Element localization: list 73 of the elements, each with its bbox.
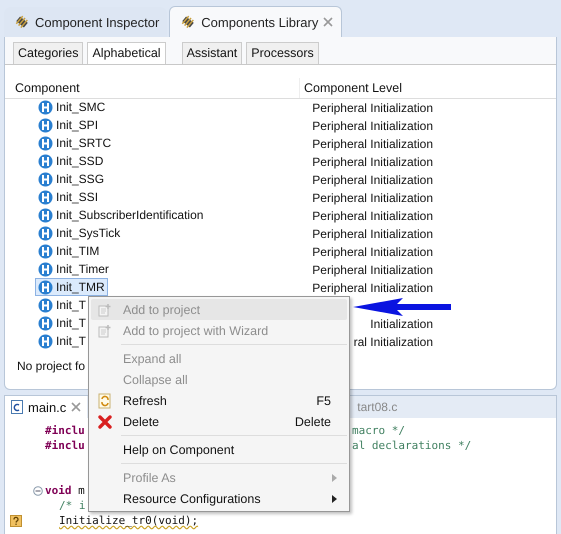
table-cell-text: Peripheral Initialization [311, 281, 433, 295]
submenu-arrow-icon [332, 474, 337, 482]
tab[interactable]: Alphabetical [87, 42, 166, 64]
c-file-icon [11, 400, 23, 414]
tree-item[interactable]: Init_SSI [35, 188, 102, 206]
tree-item[interactable]: Init_T [35, 296, 90, 314]
tree-item[interactable]: Init_TMR [35, 278, 108, 296]
menu-item[interactable]: Delete Delete [91, 411, 347, 432]
tree-item[interactable]: Init_SysTick [35, 224, 124, 242]
menu-item[interactable]: Resource Configurations [91, 488, 347, 509]
component-icon [38, 154, 53, 169]
table-cell-text: Peripheral Initialization [311, 119, 433, 133]
table-cell-text: Peripheral Initialization [311, 245, 433, 259]
add-icon [98, 302, 112, 316]
column-header[interactable]: Component Level [299, 78, 556, 98]
code-text: /* i [59, 499, 86, 512]
component-icon [38, 118, 53, 133]
add-icon [98, 324, 112, 338]
tree-item[interactable]: Init_T [35, 332, 90, 350]
editor-tab[interactable]: main.c [5, 396, 88, 418]
menu-item[interactable]: Refresh F5 [91, 390, 347, 411]
chip-icon [14, 14, 30, 30]
table-cell-text: ral Initialization [352, 335, 433, 349]
view-tab[interactable]: Components Library [169, 6, 342, 37]
table-cell-text: Peripheral Initialization [311, 263, 433, 277]
component-icon [38, 100, 53, 115]
refresh-icon [98, 392, 112, 408]
code-text: macro */ [352, 424, 405, 437]
table-cell-text: Peripheral Initialization [311, 155, 433, 169]
status-text: No project fo [17, 359, 86, 373]
component-icon [38, 280, 53, 295]
tree-item[interactable]: Init_SMC [35, 98, 108, 116]
tree-item[interactable]: Init_SPI [35, 116, 102, 134]
tab[interactable]: Categories [13, 42, 84, 64]
table-cell-text: Initialization [369, 317, 433, 331]
close-icon[interactable] [71, 402, 82, 412]
tab[interactable]: Assistant [182, 42, 242, 64]
component-icon [38, 136, 53, 151]
tab[interactable]: Processors [246, 42, 319, 64]
component-icon [38, 262, 53, 277]
component-icon [38, 298, 53, 313]
component-icon [38, 226, 53, 241]
tree-item[interactable]: Init_T [35, 314, 90, 332]
tree-item[interactable]: Init_SSD [35, 152, 106, 170]
column-header[interactable]: Component [5, 81, 299, 95]
component-icon [38, 190, 53, 205]
code-text: #inclu [45, 439, 85, 452]
code-text: #inclu [45, 424, 85, 437]
table-cell-text: Peripheral Initialization [311, 227, 433, 241]
chip-icon [180, 14, 196, 30]
table-cell-text: Peripheral Initialization [311, 137, 433, 151]
table-cell-text: Peripheral Initialization [311, 173, 433, 187]
component-icon [38, 316, 53, 331]
tree-item[interactable]: Init_Timer [35, 260, 112, 278]
table-cell-text: Peripheral Initialization [311, 191, 433, 205]
component-icon [38, 208, 53, 223]
delete-icon [98, 414, 112, 428]
submenu-arrow-icon [332, 494, 337, 502]
tree-item[interactable]: Init_SubscriberIdentification [35, 206, 206, 224]
tree-item[interactable]: Init_TIM [35, 242, 102, 260]
component-icon [38, 244, 53, 259]
component-icon [38, 334, 53, 349]
menu-item[interactable]: Help on Component [91, 439, 347, 460]
code-text: al declarations */ [352, 439, 472, 452]
collapse-icon[interactable] [33, 486, 43, 496]
close-icon[interactable] [323, 17, 334, 27]
table-cell-text: Peripheral Initialization [311, 101, 433, 115]
table-cell-text: Peripheral Initialization [311, 209, 433, 223]
component-icon [38, 172, 53, 187]
tree-item[interactable]: Init_SSG [35, 170, 108, 188]
code-text: Initialize_tr0(void); [59, 514, 198, 527]
code-text: void m [45, 484, 85, 497]
tree-item[interactable]: Init_SRTC [35, 134, 114, 152]
